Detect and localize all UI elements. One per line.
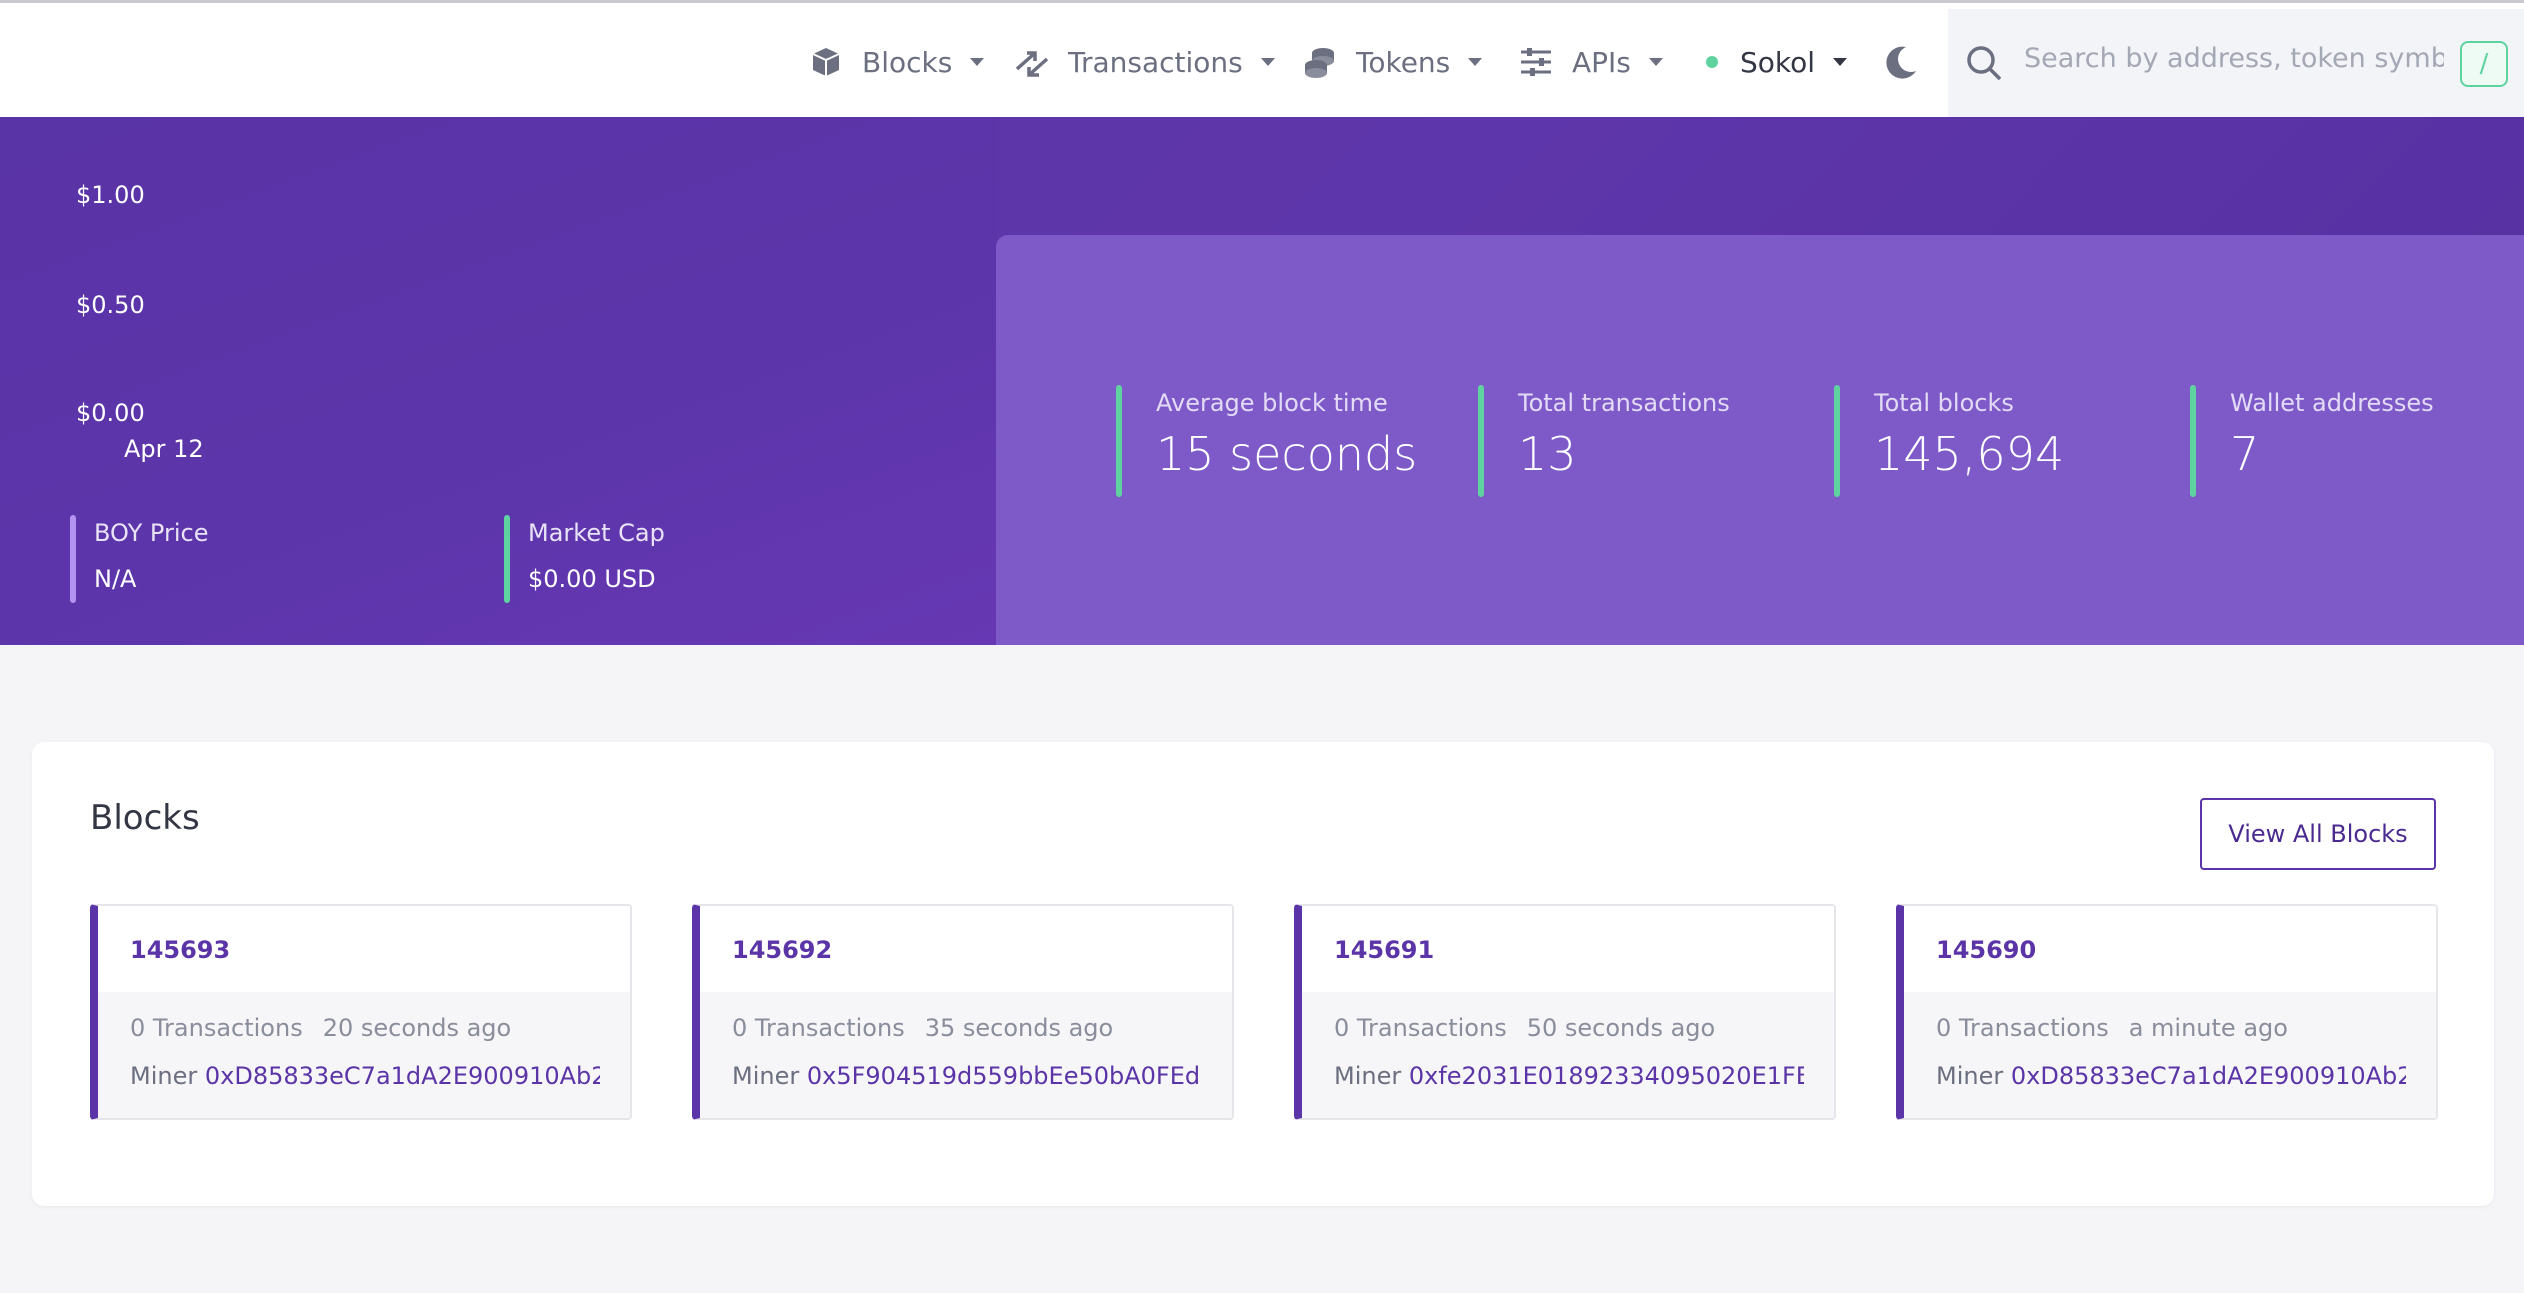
blocks-panel-title: Blocks — [90, 798, 200, 838]
coins-icon — [1300, 42, 1340, 82]
moon-icon[interactable] — [1880, 43, 1920, 83]
total-blocks-stat: Total blocks 145,694 — [1834, 385, 2064, 497]
stat-value: 7 — [2230, 427, 2260, 481]
nav-apis-label: APIs — [1572, 45, 1631, 79]
chart-y-tick: $0.00 — [76, 399, 145, 427]
sliders-icon — [1516, 42, 1556, 82]
nav-tokens-label: Tokens — [1356, 45, 1451, 79]
stat-accent-bar — [1834, 385, 1840, 497]
block-tx-count: 0 Transactions — [1936, 1014, 2109, 1042]
stat-value: 13 — [1518, 427, 1577, 481]
stat-value: 145,694 — [1874, 427, 2065, 481]
miner-address-link[interactable]: 0x5F904519d559bbEe50bA0FEd7... — [807, 1062, 1202, 1090]
chain-stats-card: Average block time 15 seconds Total tran… — [996, 235, 2524, 645]
stat-label: Wallet addresses — [2230, 389, 2434, 417]
stat-accent-bar — [1478, 385, 1484, 497]
block-tx-count: 0 Transactions — [130, 1014, 303, 1042]
nav-blocks[interactable]: Blocks — [806, 39, 985, 85]
navbar: Blocks Transactions Tokens APIs Sokol Se… — [0, 3, 2524, 117]
stat-accent-bar — [1116, 385, 1122, 497]
block-age: 50 seconds ago — [1526, 1014, 1716, 1042]
nav-transactions-label: Transactions — [1068, 45, 1243, 79]
average-block-time-stat: Average block time 15 seconds — [1116, 385, 1417, 497]
miner-address-link[interactable]: 0xD85833eC7a1dA2E900910Ab2... — [2011, 1062, 2406, 1090]
block-age: a minute ago — [2128, 1014, 2288, 1042]
boy-price-stat: BOY Price N/A — [70, 515, 208, 603]
stat-label: BOY Price — [94, 519, 209, 547]
block-number-link[interactable]: 145693 — [130, 936, 230, 964]
cube-icon — [806, 42, 846, 82]
view-all-blocks-button[interactable]: View All Blocks — [2200, 798, 2436, 870]
stat-value: 15 seconds — [1156, 427, 1418, 481]
chevron-down-icon — [1260, 58, 1275, 66]
price-chart-area: $1.00 $0.50 $0.00 Apr 12 BOY Price N/A M… — [0, 117, 996, 645]
block-tile[interactable]: 145690 0 Transactions a minute ago Miner … — [1896, 904, 2438, 1120]
search-icon — [1964, 43, 2004, 83]
network-label: Sokol — [1740, 45, 1816, 79]
block-tx-count: 0 Transactions — [1334, 1014, 1507, 1042]
stat-accent-bar — [504, 515, 510, 603]
stat-accent-bar — [70, 515, 76, 603]
miner-address-link[interactable]: 0xD85833eC7a1dA2E900910Ab2... — [205, 1062, 600, 1090]
stat-label: Average block time — [1156, 389, 1388, 417]
total-transactions-stat: Total transactions 13 — [1478, 385, 1730, 497]
block-tile[interactable]: 145691 0 Transactions 50 seconds ago Mine… — [1294, 904, 1836, 1120]
miner-address-link[interactable]: 0xfe2031E01892334095020E1FB... — [1409, 1062, 1804, 1090]
nav-tokens[interactable]: Tokens — [1300, 39, 1483, 85]
nav-apis[interactable]: APIs — [1516, 39, 1663, 85]
stat-value: $0.00 USD — [528, 565, 656, 593]
block-number-link[interactable]: 145692 — [732, 936, 832, 964]
miner-label: Miner — [130, 1062, 198, 1090]
block-age: 35 seconds ago — [924, 1014, 1114, 1042]
miner-label: Miner — [1936, 1062, 2004, 1090]
stat-label: Total blocks — [1874, 389, 2014, 417]
chevron-down-icon — [970, 58, 985, 66]
miner-label: Miner — [732, 1062, 800, 1090]
stat-accent-bar — [2190, 385, 2196, 497]
chart-x-tick: Apr 12 — [124, 435, 204, 463]
stat-label: Total transactions — [1518, 389, 1730, 417]
stat-label: Market Cap — [528, 519, 665, 547]
block-age: 20 seconds ago — [322, 1014, 512, 1042]
dashboard-hero: $1.00 $0.50 $0.00 Apr 12 BOY Price N/A M… — [0, 117, 2524, 645]
market-cap-stat: Market Cap $0.00 USD — [504, 515, 665, 603]
search-input[interactable]: Search by address, token symbol, name, t… — [2024, 43, 2444, 74]
nav-blocks-label: Blocks — [862, 45, 953, 79]
chevron-down-icon — [1648, 58, 1663, 66]
network-status-dot — [1706, 56, 1718, 68]
search-shortcut-key: / — [2460, 41, 2508, 87]
blocks-panel: Blocks View All Blocks 145693 0 Transact… — [32, 742, 2494, 1206]
network-selector[interactable]: Sokol — [1706, 39, 1848, 85]
wallet-addresses-stat: Wallet addresses 7 — [2190, 385, 2434, 497]
block-tx-count: 0 Transactions — [732, 1014, 905, 1042]
block-number-link[interactable]: 145691 — [1334, 936, 1434, 964]
chart-y-tick: $1.00 — [76, 181, 145, 209]
block-tile[interactable]: 145692 0 Transactions 35 seconds ago Mine… — [692, 904, 1234, 1120]
stat-value: N/A — [94, 565, 137, 593]
block-number-link[interactable]: 145690 — [1936, 936, 2036, 964]
transactions-arrows-icon — [1012, 42, 1052, 82]
nav-transactions[interactable]: Transactions — [1012, 39, 1275, 85]
chevron-down-icon — [1468, 58, 1483, 66]
chart-y-tick: $0.50 — [76, 291, 145, 319]
miner-label: Miner — [1334, 1062, 1402, 1090]
chevron-down-icon — [1833, 58, 1848, 66]
block-tile[interactable]: 145693 0 Transactions 20 seconds ago Mine… — [90, 904, 632, 1120]
